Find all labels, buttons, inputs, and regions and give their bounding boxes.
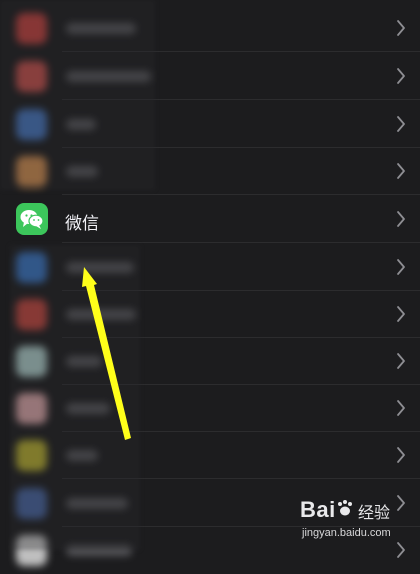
watermark-brand-right: 经验 [358,505,391,522]
watermark-brand: Bai [300,497,354,523]
row-divider [62,194,420,195]
watermark-url: jingyan.baidu.com [302,527,391,539]
watermark-brand-left: Bai [300,497,336,522]
wechat-icon [16,203,48,235]
chevron-right-icon [396,19,406,37]
chevron-right-icon [396,162,406,180]
blur-overlay-top [0,0,155,190]
chevron-right-icon [396,446,406,464]
chevron-right-icon [396,305,406,323]
chevron-right-icon [396,399,406,417]
paw-icon [336,497,354,523]
chevron-right-icon [396,352,406,370]
baidu-jingyan-watermark: Bai 经验 jingyan.baidu.com [300,495,415,545]
wechat-row-label: 微信 [65,214,99,233]
blur-overlay-bottom [10,245,140,550]
settings-row-wechat[interactable]: 微信 [0,196,420,243]
row-divider [62,242,420,243]
chevron-right-icon [396,210,406,228]
chevron-right-icon [396,115,406,133]
chevron-right-icon [396,258,406,276]
chevron-right-icon [396,67,406,85]
